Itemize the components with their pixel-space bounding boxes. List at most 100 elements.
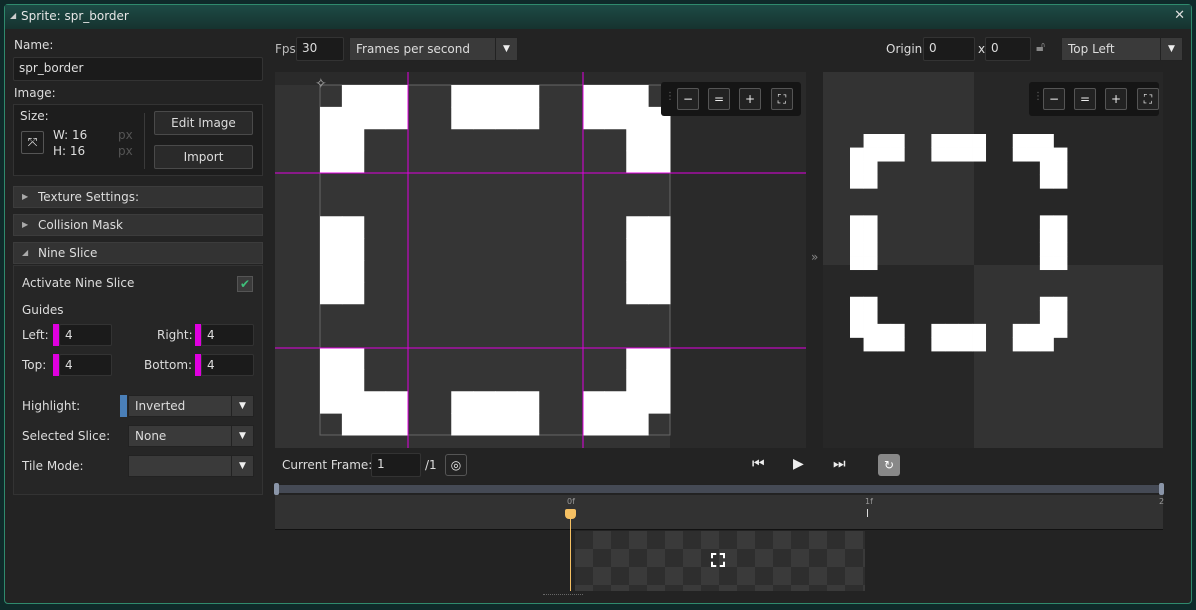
- width-unit: px: [118, 128, 133, 142]
- fit-screen-icon[interactable]: ⛶: [771, 88, 793, 110]
- fps-label: Fps: [275, 42, 296, 56]
- preview-pixel: [931, 147, 946, 162]
- sprite-pixel: [320, 281, 343, 305]
- sprite-pixel: [626, 238, 649, 261]
- preview-image: [823, 72, 1163, 448]
- scroll-handle-right[interactable]: [1159, 483, 1164, 495]
- zoom-out-icon[interactable]: −: [677, 88, 699, 110]
- origin-preset-dropdown[interactable]: Top Left ▼: [1061, 37, 1183, 61]
- sprite-pixel: [626, 260, 649, 283]
- fps-input[interactable]: 30: [296, 37, 344, 61]
- preview-pixel: [1039, 161, 1054, 176]
- tick-mark: [867, 509, 868, 517]
- drag-handle-icon[interactable]: ⋮: [1033, 91, 1043, 102]
- loop-icon[interactable]: ↻: [878, 454, 900, 476]
- resize-grip[interactable]: [543, 594, 583, 597]
- preview-pixel: [863, 256, 878, 271]
- bottom-guide-label: Bottom:: [144, 358, 193, 372]
- sprite-pixel: [320, 150, 343, 173]
- preview-pixel: [850, 215, 864, 230]
- zoom-in-icon[interactable]: +: [1105, 88, 1127, 110]
- sprite-pixel: [648, 347, 671, 370]
- zoom-reset-icon[interactable]: =: [708, 88, 730, 110]
- preview-pixel: [850, 161, 864, 176]
- tile-mode-dropdown[interactable]: ▼: [128, 455, 254, 477]
- drag-handle-icon[interactable]: ⋮: [665, 91, 675, 102]
- left-guide-input[interactable]: 4: [59, 324, 112, 346]
- sprite-pixel: [648, 216, 671, 239]
- preview-pixel: [1053, 215, 1068, 230]
- expand-preview-icon[interactable]: »: [811, 250, 818, 264]
- onion-skin-icon[interactable]: ◎: [445, 454, 467, 476]
- section-label: Texture Settings:: [38, 190, 140, 204]
- timeline-ruler[interactable]: 0f 1f 2: [275, 495, 1164, 530]
- current-frame-input[interactable]: 1: [371, 453, 421, 477]
- preview-pixel: [958, 147, 973, 162]
- frame-cell[interactable]: [575, 531, 865, 591]
- sprite-pixel: [473, 391, 496, 414]
- origin-label: Origin: [886, 42, 923, 56]
- sprite-pixel: [648, 150, 671, 173]
- height-unit: px: [118, 144, 133, 158]
- activate-nine-slice-label: Activate Nine Slice: [22, 276, 135, 290]
- top-guide-input[interactable]: 4: [59, 354, 112, 376]
- close-icon[interactable]: ✕: [1174, 8, 1185, 23]
- right-guide-input[interactable]: 4: [201, 324, 254, 346]
- collision-mask-section[interactable]: ▶ Collision Mask: [13, 214, 263, 236]
- zoom-out-icon[interactable]: −: [1043, 88, 1065, 110]
- preview-pixel: [1026, 337, 1041, 352]
- nine-slice-section[interactable]: ◢ Nine Slice: [13, 242, 263, 264]
- origin-x-input[interactable]: 0: [923, 37, 975, 61]
- checker-cell: [823, 265, 974, 448]
- lock-icon[interactable]: 🔓︎: [1036, 39, 1045, 55]
- sprite-pixel: [626, 216, 649, 239]
- sprite-pixel: [320, 260, 343, 283]
- selected-slice-dropdown[interactable]: None ▼: [128, 425, 254, 447]
- preview-pixel: [863, 147, 878, 162]
- highlight-color-swatch[interactable]: [120, 395, 127, 417]
- sprite-pixel: [451, 85, 474, 108]
- sprite-pixel: [363, 391, 387, 414]
- zoom-reset-icon[interactable]: =: [1074, 88, 1096, 110]
- import-button[interactable]: Import: [154, 145, 253, 169]
- highlight-dropdown[interactable]: Inverted ▼: [128, 395, 254, 417]
- edit-image-button[interactable]: Edit Image: [154, 111, 253, 135]
- chevron-down-icon: ▼: [231, 396, 253, 416]
- collapse-icon[interactable]: ◢: [10, 11, 16, 20]
- sprite-preview[interactable]: ⋮ − = + ⛶: [823, 72, 1163, 448]
- sprite-editor-window: ◢ Sprite: spr_border ✕ Name: spr_border …: [4, 4, 1192, 604]
- preview-pixel: [890, 147, 905, 162]
- height-value: H: 16: [53, 144, 86, 158]
- zoom-in-icon[interactable]: +: [739, 88, 761, 110]
- texture-settings-section[interactable]: ▶ Texture Settings:: [13, 186, 263, 208]
- bottom-guide-input[interactable]: 4: [201, 354, 254, 376]
- checker-cell: [823, 72, 974, 265]
- fit-screen-icon[interactable]: ⛶: [1137, 88, 1159, 110]
- scroll-handle-left[interactable]: [274, 483, 279, 495]
- sprite-pixel: [320, 128, 343, 152]
- sprite-pixel: [320, 238, 343, 261]
- sprite-bounds: [319, 84, 671, 436]
- sprite-pixel: [582, 391, 605, 414]
- preview-pixel: [863, 228, 878, 243]
- skip-end-icon[interactable]: ⏭︎: [833, 456, 846, 472]
- activate-nine-slice-checkbox[interactable]: ✔: [237, 276, 253, 292]
- preview-pixel: [958, 323, 973, 338]
- sprite-canvas[interactable]: ✧ ⋮ − = + ⛶: [275, 72, 806, 448]
- tick-label: 1f: [865, 497, 873, 506]
- resize-icon[interactable]: ⤧: [21, 131, 44, 154]
- preview-pixel: [863, 310, 878, 325]
- left-guide-label: Left:: [22, 328, 49, 342]
- origin-y-input[interactable]: 0: [985, 37, 1031, 61]
- origin-marker-icon[interactable]: ✧: [315, 76, 327, 92]
- dropdown-value: Inverted: [135, 399, 186, 413]
- name-input[interactable]: spr_border: [13, 57, 263, 81]
- sprite-pixel: [516, 391, 540, 414]
- title-bar[interactable]: ◢ Sprite: spr_border ✕: [5, 5, 1191, 29]
- sprite-pixel: [604, 391, 627, 414]
- play-icon[interactable]: ▶: [793, 456, 804, 472]
- fps-mode-dropdown[interactable]: Frames per second ▼: [349, 37, 518, 61]
- skip-start-icon[interactable]: ⏮︎: [752, 456, 765, 472]
- timeline-scrollbar[interactable]: [274, 483, 1164, 495]
- sprite-pixel: [648, 128, 671, 152]
